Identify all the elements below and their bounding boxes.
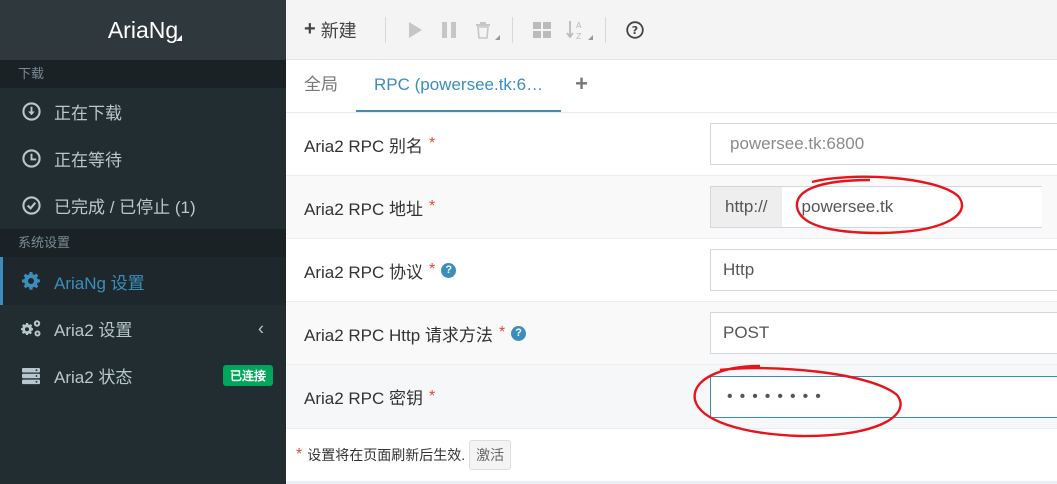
rpc-alias-input[interactable]: powersee.tk:6800 (710, 123, 1057, 165)
sidebar-section-settings: 系统设置 (0, 229, 286, 257)
sidebar-item-aria2-status[interactable]: Aria2 状态 已连接 (0, 352, 286, 399)
settings-tabs: 全局 RPC (powersee.tk:6… + (286, 60, 1057, 113)
brand-caret-icon (176, 35, 182, 41)
new-task-button[interactable]: + 新建 (304, 15, 357, 45)
delete-button[interactable] (471, 18, 500, 42)
footnote-text: 设置将在页面刷新后生效. (307, 447, 466, 463)
setting-row-rpc-address: Aria2 RPC 地址 * http:// powersee.tk (286, 176, 1057, 239)
setting-label: Aria2 RPC 密钥 * (286, 384, 710, 409)
rpc-settings-form: Aria2 RPC 别名 * powersee.tk:6800 Aria2 RP… (286, 113, 1057, 429)
pause-button[interactable] (437, 18, 461, 42)
tab-rpc[interactable]: RPC (powersee.tk:6… (356, 59, 562, 112)
gears-icon (20, 318, 42, 340)
select-all-button[interactable] (530, 18, 554, 42)
sidebar: AriaNg 下载 正在下载 正在等待 已完成 / 已停止 (1) 系统设置 A… (0, 0, 286, 484)
setting-label: Aria2 RPC Http 请求方法 * ? (286, 321, 710, 346)
help-icon[interactable]: ? (441, 262, 457, 278)
toolbar: + 新建 AZ ? (286, 0, 1057, 60)
setting-row-rpc-http-method: Aria2 RPC Http 请求方法 * ? POST (286, 302, 1057, 365)
plus-icon: + (304, 18, 316, 40)
setting-field: Http (710, 239, 1057, 301)
clock-icon (20, 148, 42, 170)
chevron-left-icon: ‹ (258, 318, 264, 338)
setting-row-rpc-secret: Aria2 RPC 密钥 * •••••••• (286, 365, 1057, 429)
help-icon[interactable]: ? (511, 325, 527, 341)
play-icon (408, 21, 422, 38)
sidebar-item-waiting[interactable]: 正在等待 (0, 135, 286, 182)
setting-label: Aria2 RPC 地址 * (286, 195, 710, 220)
sidebar-section-download: 下载 (0, 60, 286, 88)
sidebar-item-aria2-settings[interactable]: Aria2 设置 ‹ (0, 305, 286, 352)
setting-row-rpc-protocol: Aria2 RPC 协议 * ? Http (286, 239, 1057, 302)
setting-field: http:// powersee.tk (710, 176, 1057, 238)
trash-icon (475, 21, 490, 39)
grid-icon (532, 21, 551, 38)
dropdown-caret-icon (494, 34, 500, 40)
app-title: AriaNg (107, 16, 179, 43)
required-marker: * (429, 387, 436, 405)
setting-label-text: Aria2 RPC 协议 (304, 262, 424, 282)
sidebar-item-stopped[interactable]: 已完成 / 已停止 (1) (0, 182, 286, 229)
rpc-secret-input[interactable]: •••••••• (710, 375, 1057, 418)
activate-button[interactable]: 激活 (469, 440, 512, 470)
protocol-prefix: http:// (710, 186, 782, 228)
new-task-label: 新建 (320, 20, 357, 41)
setting-field: POST (710, 302, 1057, 364)
status-badge: 已连接 (222, 365, 273, 386)
setting-label-text: Aria2 RPC 别名 (304, 136, 424, 156)
dropdown-caret-icon (587, 34, 593, 40)
sort-alpha-icon: AZ (565, 20, 582, 41)
sidebar-item-label: Aria2 状态 (54, 368, 133, 387)
sidebar-item-downloading[interactable]: 正在下载 (0, 88, 286, 135)
sidebar-item-label: 已完成 / 已停止 (1) (54, 198, 196, 217)
required-marker: * (429, 198, 436, 215)
sidebar-item-label: 正在下载 (54, 104, 122, 123)
setting-field: powersee.tk:6800 (710, 113, 1057, 175)
server-icon (20, 365, 42, 387)
toolbar-divider (384, 16, 386, 43)
rpc-address-input[interactable]: powersee.tk (781, 186, 1042, 228)
required-marker: * (429, 261, 436, 278)
svg-text:Z: Z (576, 32, 582, 41)
main-content: + 新建 AZ ? 全局 RPC (powersee.tk:6… + Aria2… (286, 0, 1057, 484)
toolbar-divider (604, 16, 606, 43)
app-brand[interactable]: AriaNg (0, 0, 286, 60)
setting-label-text: Aria2 RPC 地址 (304, 199, 424, 219)
svg-text:?: ? (631, 24, 637, 37)
svg-text:A: A (576, 21, 582, 30)
setting-label-text: Aria2 RPC 密钥 (304, 389, 424, 408)
question-circle-icon: ? (625, 20, 644, 39)
setting-field: •••••••• (710, 365, 1057, 428)
required-marker: * (429, 135, 436, 152)
download-icon (20, 101, 42, 123)
sidebar-item-label: AriaNg 设置 (54, 273, 145, 293)
tab-global[interactable]: 全局 (286, 59, 356, 112)
start-button[interactable] (403, 18, 427, 42)
help-button[interactable]: ? (623, 18, 647, 42)
setting-label: Aria2 RPC 别名 * (286, 132, 710, 157)
required-marker: * (498, 324, 506, 341)
pause-icon (441, 21, 456, 38)
toolbar-divider (511, 16, 513, 43)
sidebar-item-label: 正在等待 (54, 151, 122, 170)
setting-row-rpc-alias: Aria2 RPC 别名 * powersee.tk:6800 (286, 113, 1057, 176)
add-rpc-tab-button[interactable]: + (561, 59, 602, 112)
setting-label: Aria2 RPC 协议 * ? (286, 258, 710, 283)
rpc-http-method-select[interactable]: POST (710, 312, 1057, 354)
sidebar-item-ariang-settings[interactable]: AriaNg 设置 (0, 257, 286, 305)
setting-label-text: Aria2 RPC Http 请求方法 (304, 325, 493, 345)
rpc-protocol-select[interactable]: Http (710, 249, 1057, 291)
sort-button[interactable]: AZ (564, 18, 593, 42)
settings-footnote: * 设置将在页面刷新后生效. 激活 (286, 429, 1057, 481)
required-marker: * (296, 446, 303, 463)
sidebar-item-label: Aria2 设置 (54, 321, 133, 340)
gear-icon (20, 270, 42, 292)
check-circle-icon (20, 195, 42, 217)
